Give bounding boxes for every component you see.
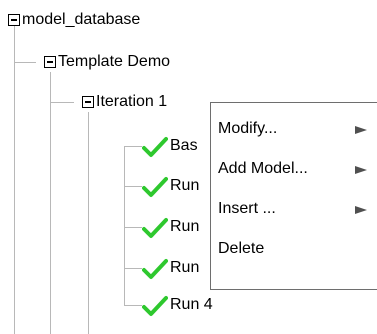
check-icon	[142, 137, 168, 157]
tree-node-run[interactable]: Run	[170, 176, 199, 196]
tree-line	[14, 26, 15, 334]
tree-line	[124, 146, 142, 147]
collapse-toggle[interactable]	[44, 56, 56, 68]
collapse-toggle[interactable]	[82, 96, 94, 108]
submenu-arrow-icon	[355, 206, 367, 214]
tree-node-iteration[interactable]: Iteration 1	[96, 92, 167, 112]
submenu-arrow-icon	[355, 166, 367, 174]
tree-line	[14, 62, 36, 63]
check-icon	[142, 218, 168, 238]
tree-node-run[interactable]: Run	[170, 217, 199, 237]
tree-line	[88, 112, 89, 334]
tree-view: model_database Template Demo Iteration 1…	[0, 0, 377, 334]
context-menu: Modify... Add Model... Insert ... Delete	[210, 102, 377, 290]
tree-node-root[interactable]: model_database	[22, 10, 140, 30]
check-icon	[142, 296, 168, 316]
menu-item-insert[interactable]: Insert ...	[211, 195, 377, 223]
tree-line	[50, 102, 74, 103]
tree-node-run[interactable]: Run	[170, 258, 199, 278]
collapse-toggle[interactable]	[8, 14, 20, 26]
menu-item-label: Modify...	[218, 120, 278, 137]
submenu-arrow-icon	[355, 126, 367, 134]
tree-node-run[interactable]: Run 4	[170, 295, 213, 315]
tree-line	[124, 227, 142, 228]
menu-item-label: Insert ...	[218, 200, 276, 217]
menu-item-delete[interactable]: Delete	[211, 235, 377, 263]
menu-item-add-model[interactable]: Add Model...	[211, 155, 377, 183]
tree-node-run[interactable]: Bas	[170, 136, 198, 156]
tree-node-project[interactable]: Template Demo	[58, 52, 170, 72]
tree-line	[124, 290, 125, 306]
tree-line	[50, 72, 51, 334]
tree-line	[124, 268, 142, 269]
check-icon	[142, 259, 168, 279]
tree-line	[124, 186, 142, 187]
tree-line	[124, 305, 142, 306]
check-icon	[142, 177, 168, 197]
menu-item-modify[interactable]: Modify...	[211, 115, 377, 143]
menu-item-label: Delete	[218, 240, 265, 257]
menu-item-label: Add Model...	[218, 160, 308, 177]
